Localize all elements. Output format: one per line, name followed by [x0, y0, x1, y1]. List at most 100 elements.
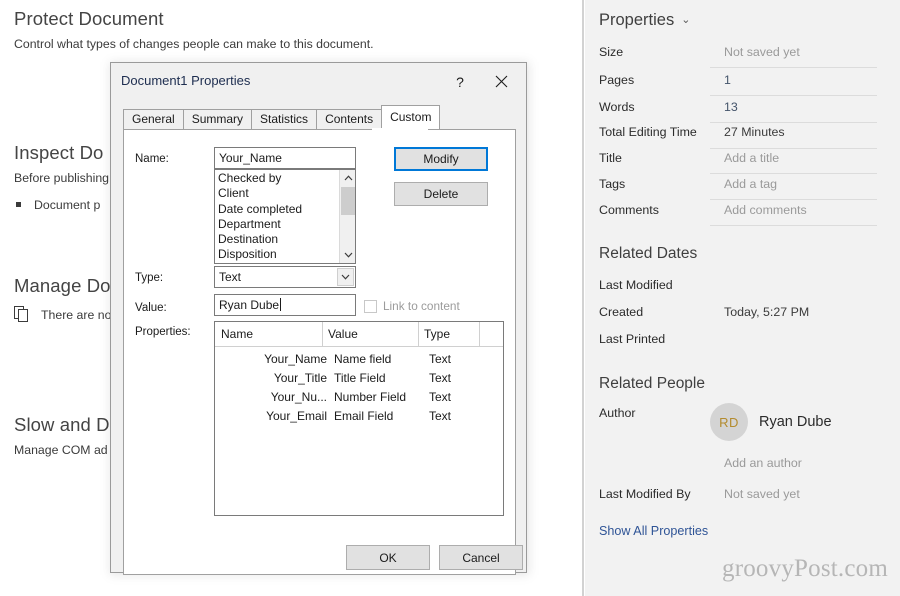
property-value[interactable]: 27 Minutes	[724, 125, 785, 139]
close-icon[interactable]	[486, 70, 516, 93]
inspect-document-heading: Inspect Do	[14, 142, 104, 163]
property-label: Last Modified	[599, 278, 673, 292]
properties-grid[interactable]: Name Value Type Your_Name Name field Tex…	[214, 321, 504, 516]
tab-summary[interactable]: Summary	[182, 109, 253, 129]
list-item[interactable]: Destination	[218, 232, 355, 247]
property-underline	[710, 199, 877, 200]
active-tab-seam	[372, 128, 428, 130]
column-header-type[interactable]: Type	[424, 327, 450, 341]
list-item[interactable]: Date completed	[218, 202, 355, 217]
property-value[interactable]: Add comments	[724, 203, 807, 217]
avatar: RD	[710, 403, 748, 441]
list-item[interactable]: Department	[218, 217, 355, 232]
cell-name: Your_Nu...	[270, 390, 327, 404]
tab-statistics[interactable]: Statistics	[251, 109, 318, 129]
documents-icon	[14, 306, 30, 323]
list-item[interactable]: Client	[218, 186, 355, 201]
column-divider[interactable]	[418, 322, 419, 347]
document-properties-dialog: Document1 Properties ? General Summary S…	[110, 62, 527, 575]
property-underline	[710, 225, 877, 226]
tab-general[interactable]: General	[123, 109, 184, 129]
name-suggestions-list: Checked by Client Date completed Departm…	[215, 170, 355, 263]
dialog-title-bar[interactable]: Document1 Properties ?	[111, 63, 526, 99]
property-value[interactable]: 1	[724, 73, 731, 87]
property-underline	[710, 67, 877, 68]
tab-contents[interactable]: Contents	[316, 109, 383, 129]
property-underline	[710, 122, 877, 123]
column-header-value[interactable]: Value	[328, 327, 358, 341]
cancel-button[interactable]: Cancel	[439, 545, 523, 570]
cell-value: Name field	[334, 352, 392, 366]
inspect-document-bullet-label: Document p	[34, 198, 101, 212]
column-divider[interactable]	[479, 322, 480, 347]
name-input[interactable]: Your_Name	[214, 147, 356, 169]
value-input[interactable]: Ryan Dube	[214, 294, 356, 316]
protect-document-heading: Protect Document	[14, 8, 164, 29]
cell-name: Your_Title	[273, 371, 327, 385]
text-caret	[280, 298, 282, 311]
tab-custom[interactable]: Custom	[381, 105, 441, 129]
table-row[interactable]: Your_Email Email Field Text	[215, 409, 503, 428]
property-value[interactable]: Add a tag	[724, 177, 777, 191]
delete-button[interactable]: Delete	[394, 182, 488, 206]
link-to-content-checkbox-row[interactable]: Link to content	[364, 299, 460, 313]
last-modified-by-row: Last Modified By Not saved yet	[599, 487, 891, 512]
dialog-title: Document1 Properties	[121, 73, 251, 88]
scrollbar-thumb[interactable]	[341, 187, 355, 215]
properties-panel: Properties ⌄ Size Not saved yet Pages 1 W…	[585, 0, 900, 596]
help-icon[interactable]: ?	[446, 70, 474, 93]
property-value[interactable]: 13	[724, 100, 738, 114]
show-all-properties-link[interactable]: Show All Properties	[599, 524, 708, 538]
scroll-up-icon[interactable]	[340, 170, 355, 186]
property-row-total-editing-time: Total Editing Time 27 Minutes	[599, 125, 891, 150]
add-author-label[interactable]: Add an author	[724, 456, 802, 470]
type-select[interactable]: Text	[214, 266, 356, 288]
related-date-row-last-printed: Last Printed	[599, 332, 891, 357]
column-divider[interactable]	[322, 322, 323, 347]
cell-type: Text	[429, 371, 452, 385]
property-underline	[710, 148, 877, 149]
cell-type: Text	[429, 390, 452, 404]
add-author-row[interactable]: Add an author	[599, 456, 891, 481]
avatar-initials: RD	[719, 414, 739, 430]
property-label: Words	[599, 100, 635, 114]
property-value[interactable]: Add a title	[724, 151, 779, 165]
ok-button[interactable]: OK	[346, 545, 430, 570]
column-header-name[interactable]: Name	[221, 327, 253, 341]
property-value[interactable]: Not saved yet	[724, 45, 800, 59]
property-label: Tags	[599, 177, 626, 191]
related-date-row-created: Created Today, 5:27 PM	[599, 305, 891, 330]
table-row[interactable]: Your_Title Title Field Text	[215, 371, 503, 390]
author-name[interactable]: Ryan Dube	[759, 414, 832, 430]
name-suggestions-listbox[interactable]: Checked by Client Date completed Departm…	[214, 169, 356, 264]
related-people-heading: Related People	[599, 375, 705, 392]
dialog-tabs: General Summary Statistics Contents Cust…	[123, 105, 441, 129]
listbox-scrollbar[interactable]	[339, 170, 355, 263]
cell-name: Your_Email	[266, 409, 327, 423]
chevron-down-icon[interactable]	[337, 268, 354, 286]
link-to-content-label: Link to content	[383, 299, 460, 313]
manage-document-label: There are no	[41, 307, 112, 322]
table-row[interactable]: Your_Nu... Number Field Text	[215, 390, 503, 409]
last-modified-by-value: Not saved yet	[724, 487, 800, 501]
protect-document-description: Control what types of changes people can…	[14, 37, 374, 51]
name-label: Name:	[135, 153, 169, 165]
property-label: Total Editing Time	[599, 125, 697, 139]
chevron-down-icon[interactable]: ⌄	[681, 13, 690, 26]
manage-document-heading: Manage Do	[14, 275, 111, 296]
properties-panel-title[interactable]: Properties ⌄	[599, 11, 690, 30]
cell-name: Your_Name	[264, 352, 327, 366]
checkbox-icon[interactable]	[364, 299, 377, 313]
type-label: Type:	[135, 272, 164, 284]
property-underline	[710, 173, 877, 174]
cell-type: Text	[429, 352, 452, 366]
properties-panel-title-label: Properties	[599, 11, 675, 29]
property-label: Created	[599, 305, 644, 319]
property-value: Today, 5:27 PM	[724, 305, 810, 319]
list-item[interactable]: Checked by	[218, 171, 355, 186]
modify-button[interactable]: Modify	[394, 147, 488, 171]
list-item[interactable]: Disposition	[218, 247, 355, 262]
author-label: Author	[599, 406, 636, 420]
scroll-down-icon[interactable]	[340, 247, 355, 263]
table-row[interactable]: Your_Name Name field Text	[215, 352, 503, 371]
